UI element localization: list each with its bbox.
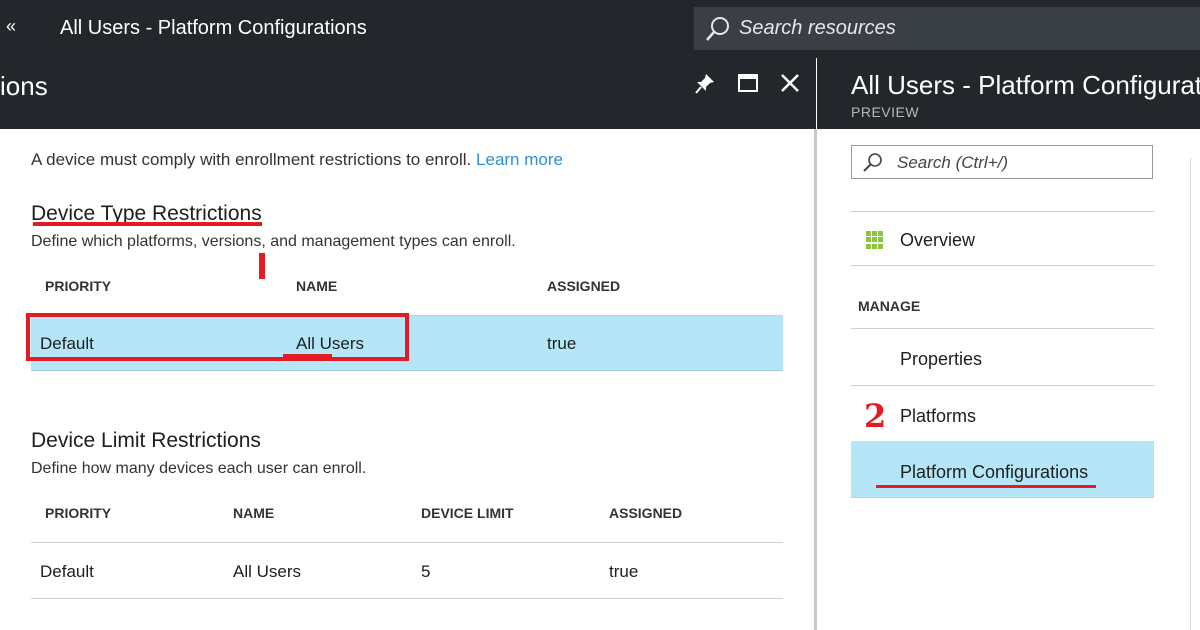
- table-row-divider: [31, 598, 783, 599]
- col-priority: PRIORITY: [45, 505, 112, 521]
- annotation-underline: [33, 222, 262, 226]
- nav-divider: [851, 385, 1154, 386]
- nav-divider: [851, 328, 1154, 329]
- col-name: NAME: [296, 278, 338, 294]
- search-placeholder: Search resources: [739, 17, 896, 39]
- annotation-mark: [259, 253, 265, 279]
- pin-icon[interactable]: [694, 72, 716, 96]
- manage-section-header: MANAGE: [858, 298, 921, 314]
- learn-more-link[interactable]: Learn more: [476, 150, 563, 169]
- intro-text-body: A device must comply with enrollment res…: [31, 150, 472, 169]
- nav-divider: [851, 265, 1154, 266]
- close-icon[interactable]: [780, 73, 800, 93]
- table-row[interactable]: Default All Users 5 true: [31, 543, 783, 598]
- menu-search-input[interactable]: Search (Ctrl+/): [851, 145, 1153, 179]
- col-device-limit: DEVICE LIMIT: [421, 505, 514, 521]
- blade-title: ions: [0, 71, 48, 101]
- cell-priority: Default: [40, 562, 94, 581]
- annotation-number: 2: [864, 397, 887, 435]
- annotation-underline: [876, 485, 1096, 488]
- maximize-icon[interactable]: [737, 73, 759, 93]
- col-assigned: ASSIGNED: [547, 278, 621, 294]
- nav-divider: [851, 497, 1154, 498]
- nav-item-properties[interactable]: Properties: [900, 349, 982, 370]
- cell-name: All Users: [233, 562, 302, 581]
- right-blade-header: All Users - Platform Configuration PREVI…: [817, 58, 1200, 129]
- cell-assigned: true: [609, 562, 639, 581]
- cell-device-limit: 5: [421, 562, 431, 581]
- top-bar: « All Users - Platform Configurations Se…: [0, 0, 1200, 58]
- preview-label: PREVIEW: [851, 104, 920, 120]
- cell-assigned: true: [547, 334, 577, 353]
- search-resources-input[interactable]: Search resources: [694, 7, 1200, 50]
- nav-divider: [851, 211, 1154, 212]
- nav-item-platforms[interactable]: Platforms: [900, 406, 976, 427]
- collapse-button[interactable]: «: [6, 16, 16, 37]
- device-type-description: Define which platforms, versions, and ma…: [31, 233, 516, 250]
- right-edge-line: [1190, 158, 1191, 630]
- annotation-box: [26, 313, 409, 361]
- blade-header: ions: [0, 58, 816, 129]
- search-icon: [706, 17, 729, 41]
- nav-item-platform-configurations[interactable]: Platform Configurations: [900, 462, 1088, 483]
- right-blade-title: All Users - Platform Configuration: [851, 70, 1200, 100]
- blade-divider: [814, 129, 817, 630]
- nav-item-overview[interactable]: Overview: [900, 230, 975, 251]
- search-icon: [863, 153, 882, 172]
- app-title: All Users - Platform Configurations: [60, 17, 367, 39]
- col-priority: PRIORITY: [45, 278, 112, 294]
- intro-text: A device must comply with enrollment res…: [31, 150, 563, 170]
- col-name: NAME: [233, 505, 275, 521]
- menu-search-placeholder: Search (Ctrl+/): [897, 153, 1008, 172]
- device-limit-description: Define how many devices each user can en…: [31, 460, 367, 477]
- grid-icon: [866, 231, 884, 249]
- device-limit-heading: Device Limit Restrictions: [31, 429, 261, 452]
- annotation-underline: [283, 354, 332, 357]
- col-assigned: ASSIGNED: [609, 505, 683, 521]
